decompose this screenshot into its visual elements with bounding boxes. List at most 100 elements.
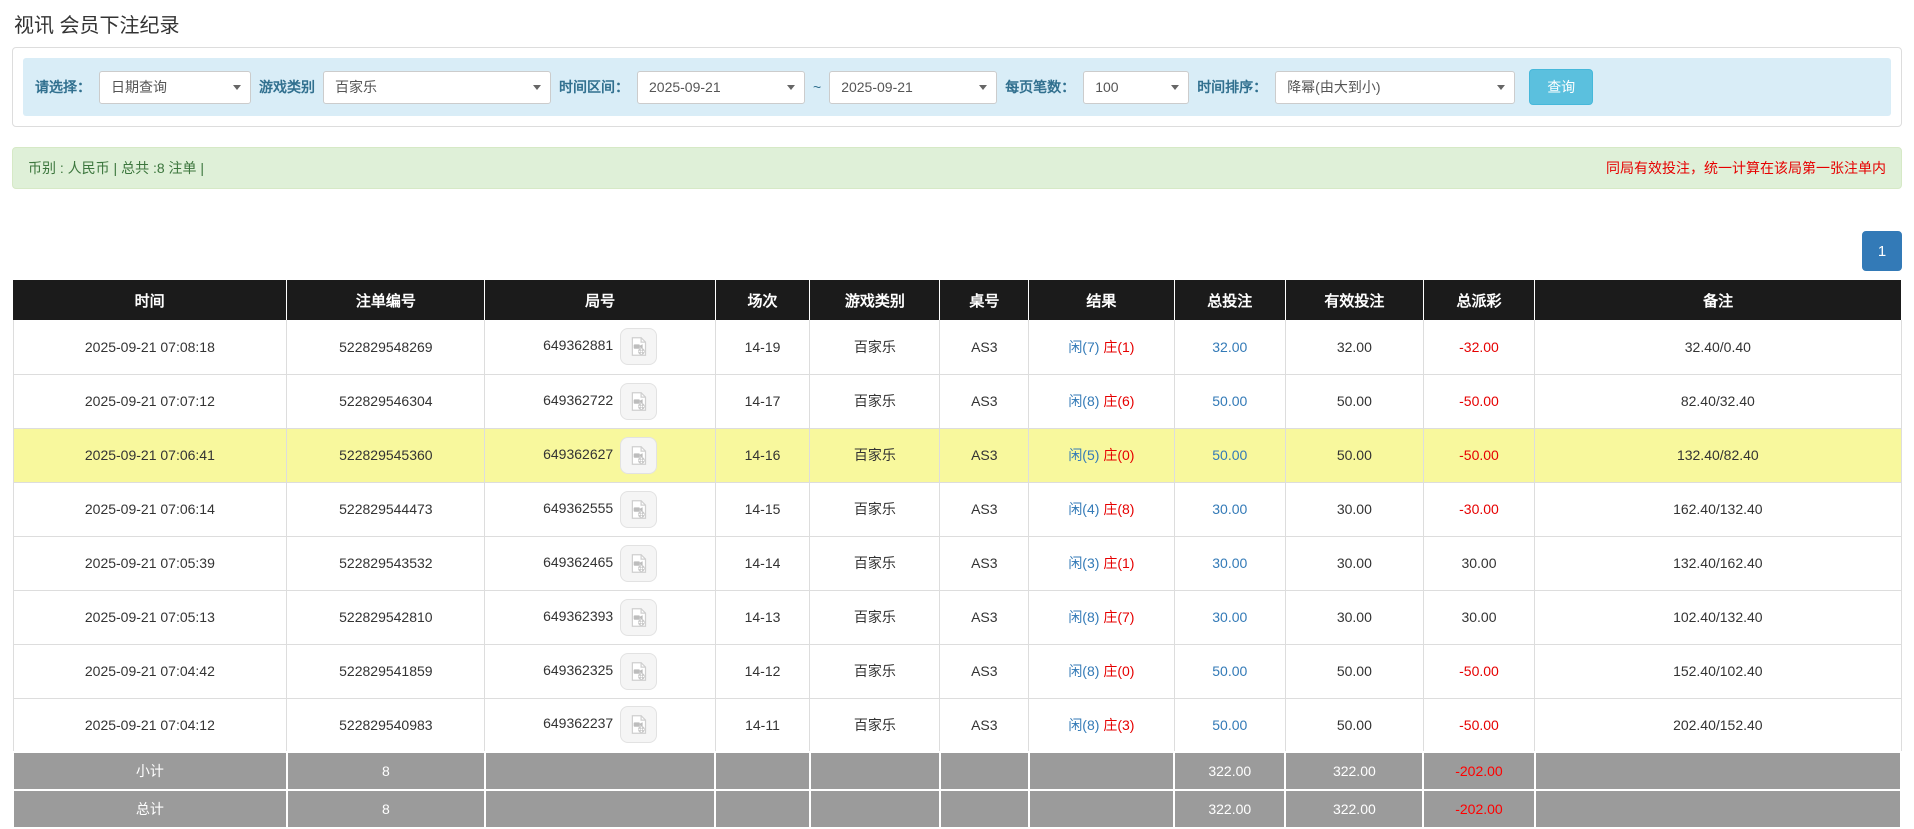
filter-bar: 请选择： 日期查询 游戏类别 百家乐 时间区间： 2025-09-21 ~ 20… (23, 58, 1891, 116)
column-header: 桌号 (939, 280, 1030, 320)
video-replay-icon (631, 337, 647, 357)
game-type-dropdown[interactable]: 百家乐 (323, 70, 551, 104)
table-number-cell: AS3 (939, 482, 1030, 537)
search-button[interactable]: 查询 (1529, 69, 1594, 105)
video-replay-button[interactable] (620, 544, 658, 582)
column-header: 结果 (1028, 280, 1175, 320)
table-number-cell: AS3 (939, 428, 1030, 483)
chevron-down-icon (1497, 84, 1506, 90)
result-banker: 庄(1) (1103, 338, 1135, 355)
total-bet-link[interactable]: 30.00 (1212, 609, 1247, 625)
footer-payout: -202.00 (1422, 751, 1536, 791)
valid-bet-cell: 50.00 (1285, 698, 1424, 753)
payout-cell: 30.00 (1423, 590, 1536, 645)
date-from-picker[interactable]: 2025-09-21 (637, 70, 805, 104)
payout-cell: 30.00 (1423, 536, 1536, 591)
total-bet-cell[interactable]: 32.00 (1174, 320, 1286, 375)
video-replay-icon (631, 391, 647, 411)
total-bet-cell[interactable]: 50.00 (1174, 644, 1286, 699)
total-bet-link[interactable]: 30.00 (1212, 555, 1247, 571)
table-row: 2025-09-21 07:08:18 522829548269 6493628… (12, 320, 1902, 375)
video-replay-button[interactable] (620, 382, 658, 420)
game-type-cell: 百家乐 (809, 320, 941, 375)
valid-bet-cell: 50.00 (1285, 428, 1424, 483)
total-bet-link[interactable]: 50.00 (1212, 393, 1247, 409)
bet-id-cell: 522829542810 (286, 590, 486, 645)
remark-cell: 202.40/152.40 (1534, 698, 1902, 753)
result-player: 闲(8) (1068, 663, 1100, 679)
session-cell: 14-15 (715, 482, 811, 537)
video-replay-button[interactable] (620, 436, 658, 474)
payout-cell: -50.00 (1423, 374, 1536, 429)
total-bet-cell[interactable]: 30.00 (1174, 536, 1286, 591)
chevron-down-icon (533, 84, 541, 90)
total-bet-cell[interactable]: 50.00 (1174, 698, 1286, 753)
column-header: 总派彩 (1423, 280, 1536, 320)
video-replay-button[interactable] (620, 328, 658, 366)
remark-cell: 132.40/82.40 (1534, 428, 1902, 483)
session-cell: 14-14 (715, 536, 811, 591)
result-player: 闲(7) (1068, 338, 1100, 355)
video-replay-button[interactable] (620, 652, 658, 690)
video-replay-icon (631, 715, 647, 735)
table-number-cell: AS3 (939, 536, 1030, 591)
page-size-dropdown[interactable]: 100 (1083, 70, 1190, 104)
total-bet-cell[interactable]: 50.00 (1174, 374, 1286, 429)
bet-time-cell: 2025-09-21 07:04:12 (12, 698, 288, 753)
total-bet-cell[interactable]: 30.00 (1174, 590, 1286, 645)
bet-id-cell: 522829541859 (286, 644, 486, 699)
total-bet-link[interactable]: 50.00 (1212, 717, 1247, 733)
footer-valid-bet: 322.00 (1284, 751, 1425, 791)
total-bet-link[interactable]: 50.00 (1212, 447, 1247, 463)
bet-time-cell: 2025-09-21 07:05:39 (12, 536, 288, 591)
result-cell: 闲(7) 庄(1) (1028, 320, 1175, 375)
date-to-picker[interactable]: 2025-09-21 (829, 70, 998, 104)
bet-time-cell: 2025-09-21 07:04:42 (12, 644, 288, 699)
summary-note: 同局有效投注，统一计算在该局第一张注单内 (1606, 160, 1886, 176)
valid-bet-cell: 50.00 (1285, 644, 1424, 699)
sort-order-dropdown[interactable]: 降幂(由大到小) (1275, 70, 1516, 104)
query-type-value: 日期查询 (111, 79, 167, 95)
total-bet-cell[interactable]: 50.00 (1174, 428, 1286, 483)
result-player: 闲(8) (1068, 716, 1100, 733)
valid-bet-cell: 30.00 (1285, 590, 1424, 645)
game-type-cell: 百家乐 (809, 590, 941, 645)
bet-id-cell: 522829546304 (286, 374, 486, 429)
result-cell: 闲(4) 庄(8) (1028, 482, 1175, 537)
payout-value: 30.00 (1461, 609, 1497, 625)
column-header: 游戏类别 (809, 280, 941, 320)
result-cell: 闲(8) 庄(3) (1028, 698, 1175, 753)
game-type-cell: 百家乐 (809, 644, 941, 699)
footer-total-bet: 322.00 (1173, 789, 1287, 829)
summary-bar: 币别 : 人民币 | 总共 :8 注单 | 同局有效投注，统一计算在该局第一张注… (12, 147, 1902, 189)
total-bet-link[interactable]: 50.00 (1212, 663, 1247, 679)
video-replay-button[interactable] (620, 706, 658, 744)
bet-id-cell: 522829545360 (286, 428, 486, 483)
query-type-dropdown[interactable]: 日期查询 (99, 70, 251, 104)
query-type-label: 请选择： (35, 79, 91, 95)
total-bet-link[interactable]: 32.00 (1212, 339, 1247, 355)
payout-value: -50.00 (1459, 447, 1499, 463)
game-type-label: 游戏类别 (259, 79, 315, 95)
video-replay-button[interactable] (620, 490, 658, 528)
table-row: 2025-09-21 07:06:41 522829545360 6493626… (12, 428, 1902, 483)
valid-bet-cell: 30.00 (1285, 536, 1424, 591)
total-bet-cell[interactable]: 30.00 (1174, 482, 1286, 537)
round-id-cell: 649362881 (484, 320, 716, 375)
chevron-down-icon (233, 84, 241, 90)
summary-text: 币别 : 人民币 | 总共 :8 注单 | (28, 160, 205, 176)
payout-value: 30.00 (1461, 555, 1497, 571)
video-replay-icon (631, 661, 647, 681)
bet-id-cell: 522829540983 (286, 698, 486, 753)
total-bet-link[interactable]: 30.00 (1212, 501, 1247, 517)
footer-payout: -202.00 (1422, 789, 1536, 829)
filter-panel: 请选择： 日期查询 游戏类别 百家乐 时间区间： 2025-09-21 ~ 20… (12, 47, 1902, 127)
video-replay-button[interactable] (620, 598, 658, 636)
column-header: 局号 (484, 280, 716, 320)
result-cell: 闲(8) 庄(0) (1028, 644, 1175, 699)
bet-time-cell: 2025-09-21 07:06:14 (12, 482, 288, 537)
page-size-label: 每页笔数： (1005, 79, 1076, 95)
result-cell: 闲(3) 庄(1) (1028, 536, 1175, 591)
page-button-1[interactable]: 1 (1862, 231, 1902, 271)
bet-id-cell: 522829543532 (286, 536, 486, 591)
